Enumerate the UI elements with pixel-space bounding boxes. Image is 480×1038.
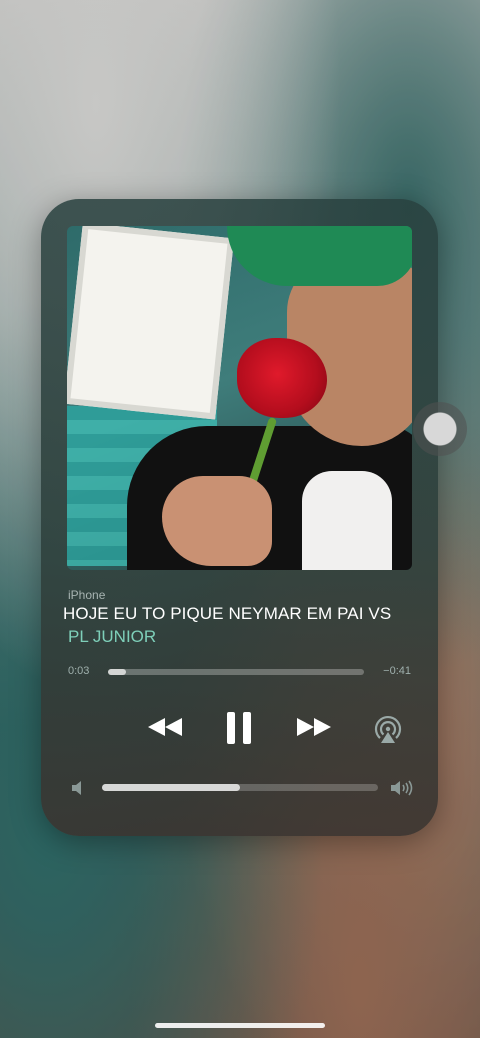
pause-button[interactable]: [225, 710, 253, 746]
time-elapsed: 0:03: [68, 665, 90, 677]
album-artwork: [67, 226, 412, 570]
assistive-touch-button[interactable]: [413, 402, 467, 456]
volume-high-icon: [390, 778, 414, 803]
home-indicator[interactable]: [155, 1023, 325, 1028]
artist-name: PL JUNIOR: [68, 627, 157, 646]
airplay-button[interactable]: [372, 714, 404, 746]
rewind-button[interactable]: [146, 715, 184, 739]
volume-slider[interactable]: [102, 784, 378, 791]
pause-icon: [227, 712, 251, 744]
now-playing-card: iPhone HOJE EU TO PIQUE NEYMAR EM PAI VS…: [41, 199, 438, 836]
time-remaining: −0:41: [383, 665, 411, 677]
airplay-icon: [374, 716, 402, 743]
output-device-label: iPhone: [68, 588, 106, 602]
song-title: HOJE EU TO PIQUE NEYMAR EM PAI VS: [63, 604, 392, 623]
playback-scrubber[interactable]: [108, 669, 364, 675]
volume-low-icon: [71, 780, 85, 801]
fast-forward-button[interactable]: [295, 715, 333, 739]
rewind-icon: [148, 718, 182, 736]
playback-progress-fill: [108, 669, 126, 675]
volume-slider-fill: [102, 784, 240, 791]
fast-forward-icon: [297, 718, 331, 736]
